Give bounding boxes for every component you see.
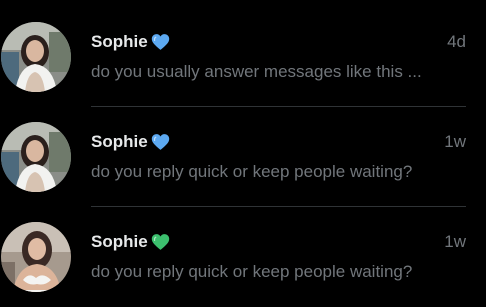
blue-heart-icon — [151, 33, 170, 51]
avatar[interactable] — [1, 222, 71, 292]
timestamp: 1w — [444, 232, 466, 251]
avatar[interactable] — [1, 22, 71, 92]
conversation-item[interactable]: Sophie 1w do you reply quick or keep peo… — [0, 107, 486, 207]
contact-name: Sophie — [91, 132, 148, 151]
green-heart-icon — [151, 233, 170, 251]
conversation-item[interactable]: Sophie 1w do you reply quick or keep peo… — [0, 207, 486, 307]
name-row: Sophie — [91, 31, 170, 53]
message-preview: do you usually answer messages like this… — [91, 62, 422, 81]
conversation-item[interactable]: Sophie 4d do you usually answer messages… — [0, 7, 486, 107]
blue-heart-icon — [151, 133, 170, 151]
message-preview: do you reply quick or keep people waitin… — [91, 162, 413, 181]
contact-name: Sophie — [91, 232, 148, 251]
contact-name: Sophie — [91, 32, 148, 51]
message-preview: do you reply quick or keep people waitin… — [91, 262, 413, 281]
timestamp: 4d — [447, 32, 466, 51]
name-row: Sophie — [91, 131, 170, 153]
name-row: Sophie — [91, 231, 170, 253]
timestamp: 1w — [444, 132, 466, 151]
avatar[interactable] — [1, 122, 71, 192]
